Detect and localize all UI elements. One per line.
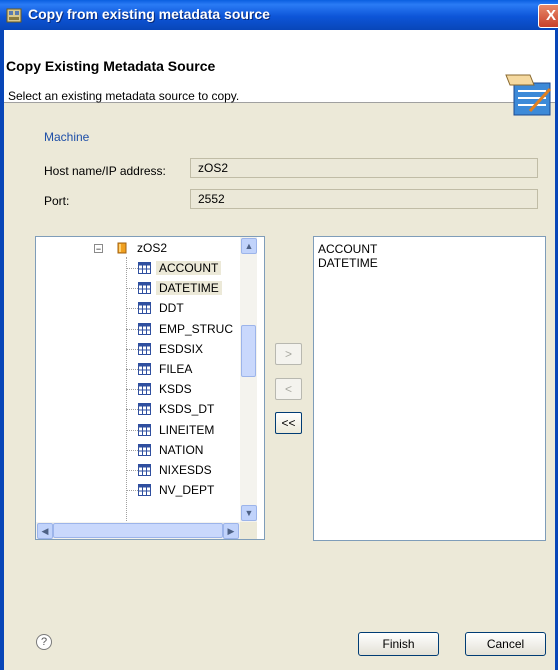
horizontal-scroll-thumb[interactable]: [53, 523, 223, 538]
scroll-left-button[interactable]: ◀: [37, 523, 53, 539]
tree-connector: [126, 449, 138, 451]
tree-connector: [126, 328, 138, 330]
tree-item-label: NATION: [159, 442, 204, 457]
scroll-down-button[interactable]: ▼: [241, 505, 257, 521]
machine-section-label: Machine: [44, 130, 90, 144]
table-icon: [138, 383, 151, 396]
cylinder-icon: [117, 242, 127, 254]
tree-item[interactable]: KSDS_DT: [138, 399, 217, 419]
host-label: Host name/IP address:: [44, 164, 166, 178]
tree-connector: [126, 268, 138, 269]
tree-connector: [126, 257, 127, 527]
port-field[interactable]: 2552: [190, 189, 538, 209]
remove-all-button[interactable]: <<: [275, 412, 302, 434]
tree-item-label: FILEA: [159, 362, 193, 376]
page-description: Select an existing metadata source to co…: [8, 89, 240, 103]
wizard-banner-icon: [505, 74, 552, 116]
scroll-corner: [240, 522, 257, 539]
header-banner: Copy Existing Metadata Source Select an …: [0, 30, 558, 116]
finish-button[interactable]: Finish: [358, 632, 439, 656]
vertical-scroll-thumb[interactable]: [241, 325, 256, 377]
selected-list[interactable]: ACCOUNT DATETIME: [313, 236, 546, 541]
table-icon: [138, 282, 151, 295]
tree-connector: [126, 308, 138, 310]
tree-item-label: DATETIME: [156, 281, 222, 296]
tree-item[interactable]: NV_DEPT: [138, 480, 217, 500]
collapse-icon[interactable]: −: [94, 244, 103, 254]
tree-item[interactable]: DDT: [138, 298, 187, 318]
tree-item[interactable]: ESDSIX: [138, 339, 206, 359]
scroll-up-button[interactable]: ▲: [241, 238, 257, 254]
table-icon: [138, 423, 151, 436]
page-title: Copy Existing Metadata Source: [6, 58, 216, 74]
table-icon: [138, 443, 151, 456]
tree-item-label: LINEITEM: [159, 422, 215, 437]
tree-connector: [126, 409, 138, 411]
dialog-window: Copy from existing metadata source X Cop…: [0, 0, 558, 670]
tree-item[interactable]: DATETIME: [138, 278, 222, 298]
window-title: Copy from existing metadata source: [28, 6, 270, 22]
port-label: Port:: [44, 194, 70, 208]
tree-item-label: NIXESDS: [159, 463, 212, 477]
add-button[interactable]: >: [275, 343, 302, 365]
tree-horizontal-scrollbar[interactable]: ◀ ▶: [36, 522, 240, 539]
help-icon[interactable]: ?: [36, 634, 52, 650]
table-icon: [138, 322, 151, 335]
tree-root[interactable]: zOS2: [116, 238, 170, 258]
cancel-button[interactable]: Cancel: [465, 632, 546, 656]
list-item[interactable]: DATETIME: [318, 256, 378, 270]
tree-item-label: NV_DEPT: [159, 483, 215, 498]
tree-connector: [126, 288, 138, 290]
remove-button[interactable]: <: [275, 378, 302, 400]
tree-item[interactable]: NATION: [138, 440, 206, 460]
close-button[interactable]: X: [538, 4, 558, 28]
tree-connector: [126, 389, 138, 391]
source-tree[interactable]: − zOS2 ACCOUNT DATETIME DDT EMP_STRUC ESDSIX…: [35, 236, 265, 540]
tree-connector: [126, 348, 138, 350]
tree-item[interactable]: EMP_STRUC: [138, 319, 236, 339]
tree-connector: [126, 470, 138, 471]
table-icon: [138, 403, 151, 416]
scroll-right-button[interactable]: ▶: [223, 523, 239, 539]
tree-connector: [126, 369, 138, 370]
tree-item-label: DDT: [159, 301, 184, 316]
window-border-left: [0, 30, 4, 670]
host-field[interactable]: zOS2: [190, 158, 538, 178]
tree-item[interactable]: NIXESDS: [138, 460, 215, 480]
tree-item-label: ACCOUNT: [156, 261, 222, 275]
tree-item[interactable]: FILEA: [138, 359, 195, 379]
tree-connector: [126, 490, 138, 492]
tree-vertical-scrollbar[interactable]: ▲ ▼: [240, 237, 257, 522]
database-copy-icon: [6, 8, 22, 23]
tree-item[interactable]: KSDS: [138, 379, 195, 399]
tree-item-label: ESDSIX: [159, 341, 204, 356]
table-icon: [138, 342, 151, 355]
table-icon: [138, 302, 151, 315]
title-bar[interactable]: Copy from existing metadata source X: [0, 0, 558, 30]
tree-root-label: zOS2: [137, 241, 168, 255]
tree-item[interactable]: LINEITEM: [138, 420, 217, 440]
list-item[interactable]: ACCOUNT: [318, 242, 377, 256]
table-icon: [138, 262, 151, 274]
table-icon: [138, 464, 151, 476]
tree-item-label: KSDS_DT: [159, 402, 215, 417]
tree-item[interactable]: ACCOUNT: [138, 258, 222, 278]
tree-item-label: EMP_STRUC: [159, 321, 234, 336]
table-icon: [138, 484, 151, 497]
tree-item-label: KSDS: [159, 382, 192, 397]
tree-connector: [126, 429, 138, 431]
table-icon: [138, 363, 151, 375]
